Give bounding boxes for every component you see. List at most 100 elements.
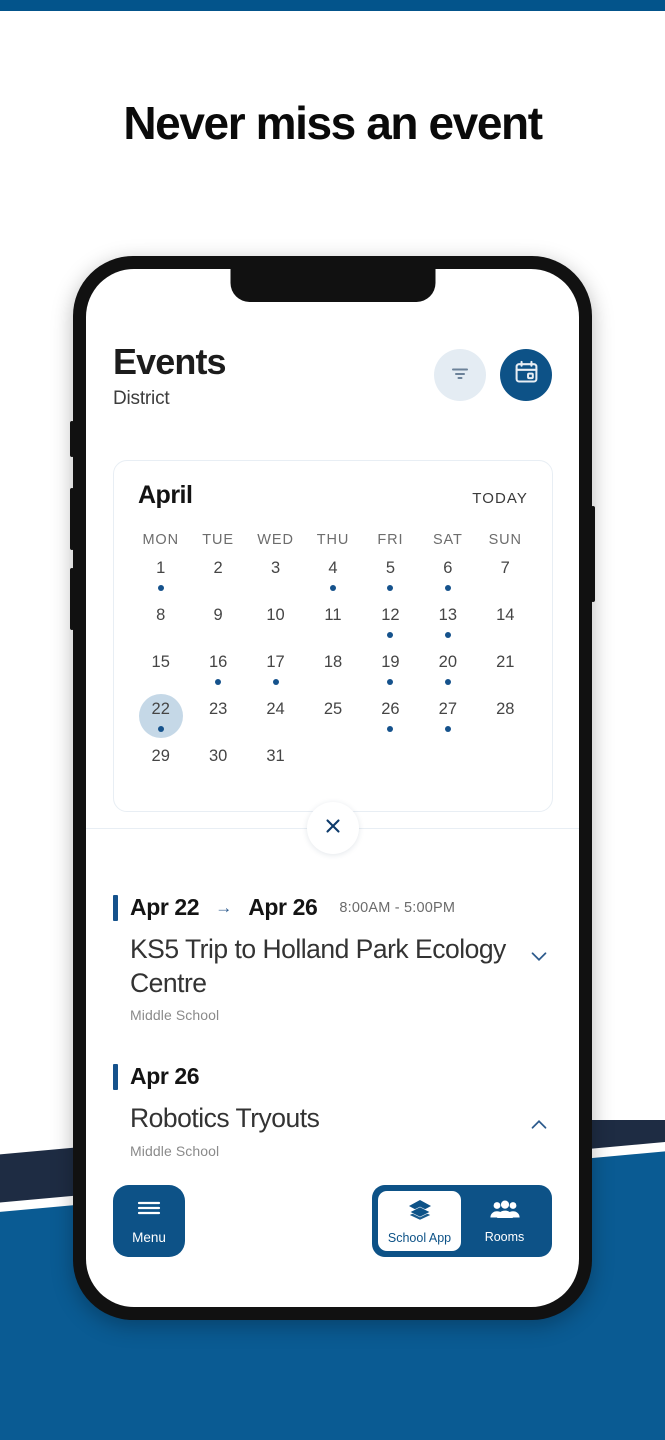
calendar-day-number: 17 <box>266 653 285 671</box>
calendar-day-9[interactable]: 9 <box>189 601 246 648</box>
calendar-event-dot <box>157 725 164 732</box>
phone-silent-switch <box>70 421 74 457</box>
calendar-today-button[interactable]: TODAY <box>472 490 528 507</box>
calendar-day-11[interactable]: 11 <box>304 601 361 648</box>
calendar-day-number: 7 <box>500 559 510 577</box>
calendar-view-button[interactable] <box>500 349 552 401</box>
calendar-day-18[interactable]: 18 <box>304 648 361 695</box>
calendar-day-23[interactable]: 23 <box>189 695 246 742</box>
calendar-weekday-sun: SUN <box>488 532 522 548</box>
event-title: KS5 Trip to Holland Park Ecology Centre <box>130 934 506 998</box>
event-date-row: Apr 26 <box>113 1063 552 1090</box>
calendar-day-number: 9 <box>213 606 223 624</box>
calendar-day-15[interactable]: 15 <box>132 648 189 695</box>
close-calendar-button[interactable] <box>306 802 359 854</box>
event-start-date: Apr 22 <box>130 894 200 920</box>
calendar-event-dot <box>387 631 394 638</box>
segmented-control: School App Rooms <box>372 1185 552 1257</box>
app-header: Events District <box>86 339 579 410</box>
event-item[interactable]: Apr 22 → Apr 26 8:00AM - 5:00PM KS5 Trip… <box>113 894 552 1023</box>
calendar-event-dot <box>272 678 279 685</box>
calendar-day-19[interactable]: 19 <box>362 648 419 695</box>
event-start-date: Apr 26 <box>130 1063 200 1090</box>
calendar-day-30[interactable]: 30 <box>189 742 246 789</box>
event-date-row: Apr 22 → Apr 26 8:00AM - 5:00PM <box>113 894 552 921</box>
calendar-day-12[interactable]: 12 <box>362 601 419 648</box>
bottom-navigation: Menu School App Rooms <box>86 1185 579 1257</box>
events-list: Apr 22 → Apr 26 8:00AM - 5:00PM KS5 Trip… <box>86 894 579 1159</box>
header-title-group: Events District <box>113 339 227 410</box>
calendar-day-number: 23 <box>208 700 228 718</box>
calendar-event-dot <box>387 678 394 685</box>
page-root: Never miss an event Events District Apri… <box>0 0 665 1440</box>
calendar-day-number: 8 <box>156 606 166 624</box>
event-time-range: 8:00AM - 5:00PM <box>339 899 456 916</box>
calendar-day-number: 19 <box>381 653 400 671</box>
segment-school-app[interactable]: School App <box>378 1191 461 1251</box>
calendar-event-dot <box>329 584 336 591</box>
calendar-day-20[interactable]: 20 <box>419 648 476 695</box>
event-organization: Middle School <box>130 1142 220 1159</box>
calendar-day-24[interactable]: 24 <box>247 695 304 742</box>
calendar-event-dot <box>444 584 451 591</box>
calendar-event-dot <box>387 584 394 591</box>
calendar-day-number: 18 <box>323 653 343 671</box>
filter-button[interactable] <box>434 349 486 401</box>
event-title: Robotics Tryouts <box>130 1103 320 1134</box>
calendar-day-number: 14 <box>496 606 515 624</box>
calendar-day-26[interactable]: 26 <box>362 695 419 742</box>
calendar-day-number: 28 <box>496 700 515 718</box>
calendar-day-13[interactable]: 13 <box>419 601 476 648</box>
calendar-day-17[interactable]: 17 <box>247 648 304 695</box>
calendar-day-22[interactable]: 22 <box>132 694 189 742</box>
event-organization: Middle School <box>130 1007 220 1024</box>
calendar-day-number: 22 <box>151 700 170 718</box>
calendar-day-31[interactable]: 31 <box>247 742 304 789</box>
calendar-day-7[interactable]: 7 <box>477 554 534 601</box>
people-group-icon <box>489 1199 521 1226</box>
calendar-day-number: 10 <box>266 606 285 624</box>
calendar-day-number: 12 <box>381 606 400 624</box>
calendar-day-27[interactable]: 27 <box>419 695 476 742</box>
event-item[interactable]: Apr 26 Robotics Tryouts Middle School <box>113 1063 552 1159</box>
calendar-icon <box>513 359 540 391</box>
calendar-day-25[interactable]: 25 <box>304 695 361 742</box>
calendar-day-4[interactable]: 4 <box>304 554 361 601</box>
event-accent-bar <box>113 1063 118 1090</box>
event-text-group: KS5 Trip to Holland Park Ecology Centre … <box>130 933 526 1023</box>
chevron-up-icon[interactable] <box>526 1102 552 1143</box>
calendar-day-29[interactable]: 29 <box>132 742 189 789</box>
calendar-weekday-tue: TUE <box>202 532 234 548</box>
calendar-day-28[interactable]: 28 <box>477 695 534 742</box>
calendar-day-21[interactable]: 21 <box>477 648 534 695</box>
calendar-day-1[interactable]: 1 <box>132 554 189 601</box>
calendar-weekday-row: MON TUE WED THU FRI SAT SUN <box>132 514 534 554</box>
hamburger-menu-icon <box>135 1198 163 1223</box>
calendar-event-dot <box>215 678 222 685</box>
menu-button[interactable]: Menu <box>113 1185 185 1257</box>
phone-notch <box>230 269 435 302</box>
calendar-day-6[interactable]: 6 <box>419 554 476 601</box>
calendar-weekday-wed: WED <box>257 532 294 548</box>
chevron-down-icon[interactable] <box>526 933 552 974</box>
calendar-day-number: 21 <box>496 653 515 671</box>
segment-rooms[interactable]: Rooms <box>463 1191 546 1251</box>
event-accent-bar <box>113 894 118 921</box>
calendar-day-16[interactable]: 16 <box>189 648 246 695</box>
hero-headline: Never miss an event <box>123 97 543 149</box>
calendar-event-dot <box>157 584 164 591</box>
calendar-day-2[interactable]: 2 <box>189 554 246 601</box>
calendar-event-dot <box>444 631 451 638</box>
phone-power-button <box>591 506 595 602</box>
calendar-day-number: 30 <box>208 747 228 765</box>
calendar-day-8[interactable]: 8 <box>132 601 189 648</box>
calendar-day-number: 1 <box>156 559 166 577</box>
calendar-day-5[interactable]: 5 <box>362 554 419 601</box>
segment-rooms-label: Rooms <box>484 1229 525 1244</box>
calendar-day-10[interactable]: 10 <box>247 601 304 648</box>
filter-funnel-icon <box>448 361 472 390</box>
calendar-header: April TODAY <box>132 481 534 514</box>
calendar-day-number: 26 <box>381 700 400 718</box>
calendar-day-3[interactable]: 3 <box>247 554 304 601</box>
calendar-day-14[interactable]: 14 <box>477 601 534 648</box>
